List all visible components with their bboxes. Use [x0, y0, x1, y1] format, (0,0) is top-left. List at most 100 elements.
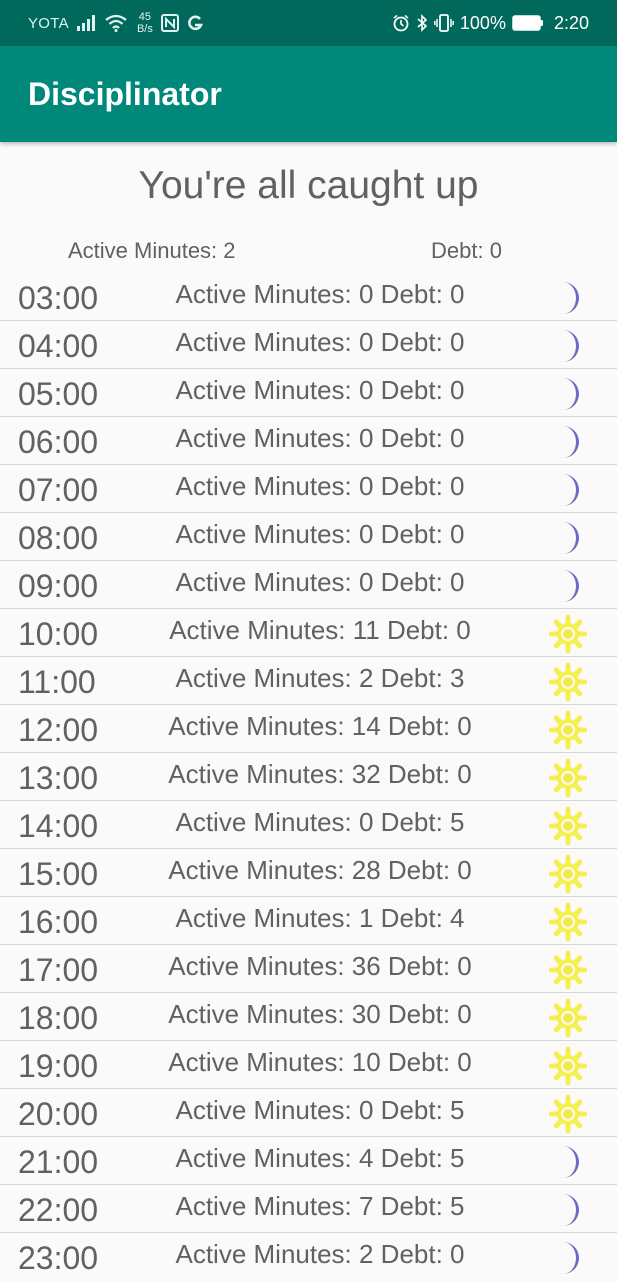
moon-icon	[549, 375, 587, 413]
hour-row[interactable]: 05:00 Active Minutes: 0 Debt: 0	[0, 369, 617, 417]
battery-icon	[512, 15, 544, 31]
hour-stats: Active Minutes: 0 Debt: 0	[175, 423, 465, 453]
hour-time: 10:00	[18, 616, 99, 652]
hour-row[interactable]: 12:00 Active Minutes: 14 Debt: 0	[0, 705, 617, 753]
sun-icon	[548, 1046, 588, 1086]
hour-stats: Active Minutes: 0 Debt: 0	[175, 279, 465, 309]
hour-stats: Active Minutes: 0 Debt: 0	[175, 519, 465, 549]
hour-row[interactable]: 19:00 Active Minutes: 10 Debt: 0	[0, 1041, 617, 1089]
app-title: Disciplinator	[28, 76, 222, 112]
hour-stats: Active Minutes: 0 Debt: 5	[175, 1095, 465, 1125]
hour-stats: Active Minutes: 0 Debt: 0	[175, 327, 465, 357]
sun-icon	[548, 806, 588, 846]
hour-row[interactable]: 17:00 Active Minutes: 36 Debt: 0	[0, 945, 617, 993]
hour-stats: Active Minutes: 10 Debt: 0	[168, 1047, 472, 1077]
hour-row[interactable]: 06:00 Active Minutes: 0 Debt: 0	[0, 417, 617, 465]
alarm-icon	[392, 14, 410, 32]
sun-icon	[548, 710, 588, 750]
hour-stats: Active Minutes: 1 Debt: 4	[175, 903, 465, 933]
hour-time: 06:00	[18, 424, 99, 460]
hour-time: 18:00	[18, 1000, 99, 1036]
hour-row[interactable]: 14:00 Active Minutes: 0 Debt: 5	[0, 801, 617, 849]
hour-list[interactable]: 03:00 Active Minutes: 0 Debt: 0 04:00 Activ…	[0, 273, 617, 1280]
hour-time: 11:00	[18, 664, 96, 700]
battery-percent: 100%	[459, 12, 506, 33]
hour-row[interactable]: 16:00 Active Minutes: 1 Debt: 4	[0, 897, 617, 945]
hour-row[interactable]: 04:00 Active Minutes: 0 Debt: 0	[0, 321, 617, 369]
moon-icon	[549, 327, 587, 365]
hour-row[interactable]: 07:00 Active Minutes: 0 Debt: 0	[0, 465, 617, 513]
hour-stats: Active Minutes: 30 Debt: 0	[168, 999, 472, 1029]
hour-time: 19:00	[18, 1048, 99, 1084]
sun-icon	[548, 758, 588, 798]
clock-time: 2:20	[553, 12, 589, 33]
moon-icon	[549, 1143, 587, 1181]
hour-time: 20:00	[18, 1096, 99, 1132]
hour-row[interactable]: 13:00 Active Minutes: 32 Debt: 0	[0, 753, 617, 801]
hour-time: 15:00	[18, 856, 99, 892]
moon-icon	[549, 519, 587, 557]
caught-up-message: You're all caught up	[138, 164, 479, 207]
hour-row[interactable]: 03:00 Active Minutes: 0 Debt: 0	[0, 273, 617, 321]
status-bar-right: 100% 2:20	[392, 0, 589, 46]
hour-stats: Active Minutes: 0 Debt: 0	[175, 567, 465, 597]
hour-stats: Active Minutes: 4 Debt: 5	[175, 1143, 465, 1173]
nfc-icon	[160, 14, 179, 32]
hour-row[interactable]: 22:00 Active Minutes: 7 Debt: 5	[0, 1185, 617, 1233]
hour-time: 16:00	[18, 904, 99, 940]
hour-stats: Active Minutes: 2 Debt: 0	[175, 1239, 465, 1269]
status-bar-left: YOTA 45 B/s	[28, 0, 203, 46]
hour-time: 07:00	[18, 472, 99, 508]
sun-icon	[548, 854, 588, 894]
hour-stats: Active Minutes: 11 Debt: 0	[169, 615, 471, 645]
hour-time: 13:00	[18, 760, 99, 796]
hour-stats: Active Minutes: 2 Debt: 3	[175, 663, 465, 693]
carrier-label: YOTA	[28, 14, 69, 32]
hour-time: 04:00	[18, 328, 99, 364]
hour-time: 14:00	[18, 808, 99, 844]
hour-time: 21:00	[18, 1144, 99, 1180]
hour-row[interactable]: 15:00 Active Minutes: 28 Debt: 0	[0, 849, 617, 897]
summary-debt: Debt: 0	[431, 238, 502, 263]
hour-row[interactable]: 20:00 Active Minutes: 0 Debt: 5	[0, 1089, 617, 1137]
hour-row[interactable]: 18:00 Active Minutes: 30 Debt: 0	[0, 993, 617, 1041]
moon-icon	[549, 567, 587, 605]
moon-icon	[549, 471, 587, 509]
bluetooth-icon	[416, 14, 428, 32]
hour-time: 23:00	[18, 1240, 99, 1276]
hour-time: 05:00	[18, 376, 99, 412]
hour-stats: Active Minutes: 0 Debt: 0	[175, 471, 465, 501]
hour-time: 08:00	[18, 520, 99, 556]
hour-time: 22:00	[18, 1192, 99, 1228]
network-speed: 45 B/s	[137, 11, 153, 35]
hour-stats: Active Minutes: 36 Debt: 0	[168, 951, 472, 981]
wifi-icon	[105, 14, 127, 32]
sun-icon	[548, 1094, 588, 1134]
hour-stats: Active Minutes: 7 Debt: 5	[175, 1191, 465, 1221]
hour-time: 09:00	[18, 568, 99, 604]
hour-stats: Active Minutes: 0 Debt: 0	[175, 375, 465, 405]
hour-row[interactable]: 10:00 Active Minutes: 11 Debt: 0	[0, 609, 617, 657]
network-speed-unit: B/s	[136, 23, 153, 35]
hour-row[interactable]: 11:00 Active Minutes: 2 Debt: 3	[0, 657, 617, 705]
sun-icon	[548, 998, 588, 1038]
hour-row[interactable]: 08:00 Active Minutes: 0 Debt: 0	[0, 513, 617, 561]
hour-time: 17:00	[18, 952, 99, 988]
hour-stats: Active Minutes: 32 Debt: 0	[168, 759, 472, 789]
hour-row[interactable]: 23:00 Active Minutes: 2 Debt: 0	[0, 1233, 617, 1280]
hour-stats: Active Minutes: 28 Debt: 0	[168, 855, 472, 885]
sun-icon	[548, 950, 588, 990]
sun-icon	[548, 662, 588, 702]
hour-row[interactable]: 09:00 Active Minutes: 0 Debt: 0	[0, 561, 617, 609]
app-bar: Disciplinator	[0, 46, 617, 142]
hour-stats: Active Minutes: 0 Debt: 5	[175, 807, 465, 837]
sun-icon	[548, 902, 588, 942]
g-app-icon	[187, 14, 203, 32]
moon-icon	[549, 279, 587, 317]
hour-row[interactable]: 21:00 Active Minutes: 4 Debt: 5	[0, 1137, 617, 1185]
moon-icon	[549, 1191, 587, 1229]
network-speed-value: 45	[138, 11, 152, 23]
sun-icon	[548, 614, 588, 654]
moon-icon	[549, 1239, 587, 1277]
moon-icon	[549, 423, 587, 461]
